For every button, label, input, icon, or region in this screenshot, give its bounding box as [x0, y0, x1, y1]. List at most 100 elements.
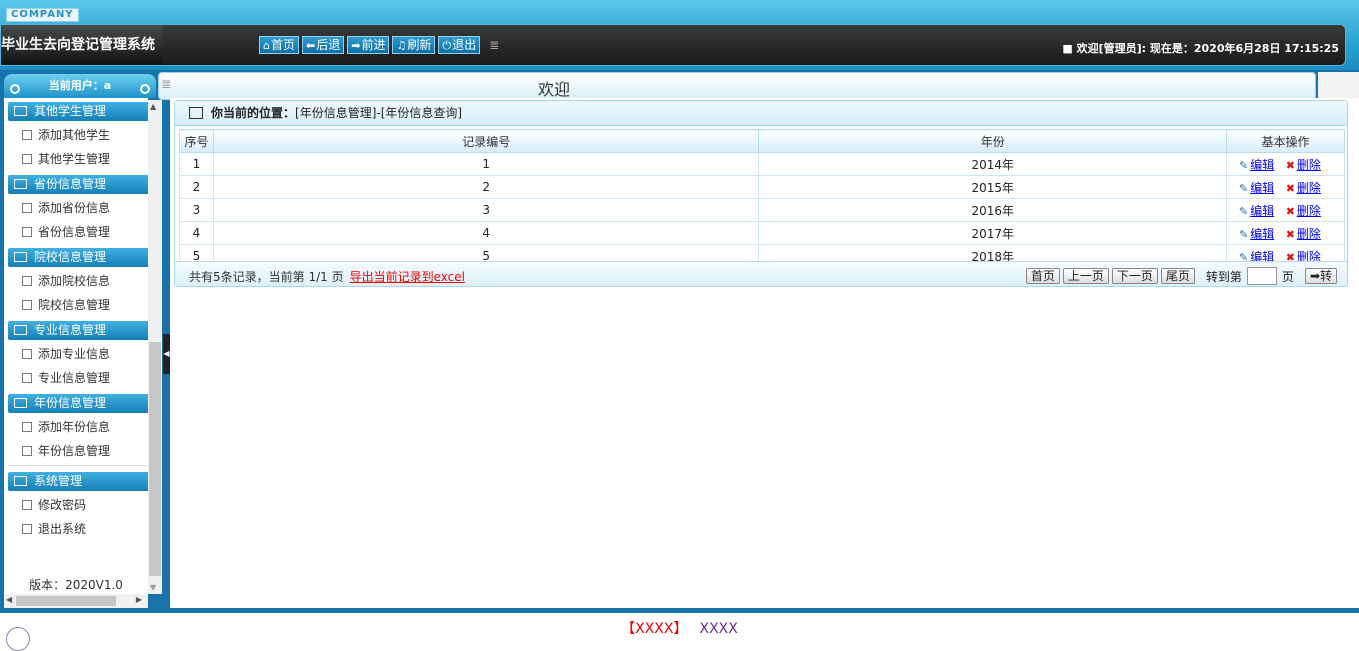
forward-arrow-icon: ➡ [351, 39, 361, 52]
delete-link[interactable]: 删除 [1297, 158, 1321, 172]
tab-welcome[interactable]: 欢迎 [159, 76, 949, 100]
sidebar-group-header[interactable]: 年份信息管理 [8, 394, 148, 413]
delete-x-icon: ✖ [1285, 204, 1295, 218]
tab-bar: ≣ 欢迎 [158, 72, 1316, 100]
sidebar-group-header[interactable]: 专业信息管理 [8, 321, 148, 340]
page-number-input[interactable] [1246, 267, 1277, 285]
current-user-label: 当前用户：a [48, 79, 112, 92]
sidebar-item-add-school[interactable]: 添加院校信息 [4, 269, 148, 293]
corner-circle-icon [6, 627, 30, 651]
collapse-sidebar-toggle[interactable]: ◀ [163, 334, 170, 374]
sidebar-group-header[interactable]: 院校信息管理 [8, 248, 148, 267]
pagination-controls: 首页 上一页 下一页 尾页 转到第 页 ➡转 [1025, 267, 1337, 285]
group-icon [14, 251, 27, 262]
last-page-button[interactable]: 尾页 [1160, 268, 1195, 284]
goto-label: 转到第 [1205, 269, 1242, 284]
sidebar-item-exit-system[interactable]: 退出系统 [4, 517, 148, 541]
sidebar-item-add-year[interactable]: 添加年份信息 [4, 415, 148, 439]
pencil-icon: ✎ [1239, 204, 1249, 218]
version-label: 版本：2020V1.0 [29, 578, 123, 592]
scroll-right-icon[interactable]: ▶ [136, 595, 142, 604]
delete-link[interactable]: 删除 [1297, 204, 1321, 218]
sidebar-item-manage-major[interactable]: 专业信息管理 [4, 366, 148, 390]
year-table: 序号 记录编号 年份 基本操作 1 1 2014年 ✎ 编辑 ✖ 删除 2 2 20… [179, 129, 1345, 268]
document-icon [22, 445, 32, 456]
sidebar-group-other-students: 其他学生管理 添加其他学生 其他学生管理 [4, 102, 148, 171]
sidebar-group-header[interactable]: 系统管理 [8, 472, 148, 491]
document-icon [22, 348, 32, 359]
row-actions: ✎ 编辑 ✖ 删除 [1226, 152, 1345, 176]
document-icon [22, 372, 32, 383]
document-icon [22, 226, 32, 237]
sidebar-item-manage-province[interactable]: 省份信息管理 [4, 220, 148, 244]
table-row: 4 4 2017年 ✎ 编辑 ✖ 删除 [179, 221, 1345, 245]
sidebar-item-manage-school[interactable]: 院校信息管理 [4, 293, 148, 317]
pagination-bar: 共有5条记录，当前第 1/1 页导出当前记录到excel 首页 上一页 下一页 … [175, 261, 1347, 286]
scroll-down-icon[interactable]: ▼ [150, 583, 156, 592]
edit-link[interactable]: 编辑 [1250, 227, 1274, 241]
row-number: 3 [179, 198, 214, 222]
back-button[interactable]: ⬅后退 [302, 36, 345, 54]
sidebar-item-change-password[interactable]: 修改密码 [4, 493, 148, 517]
sidebar-horizontal-scrollbar[interactable]: ◀ ▶ [4, 594, 148, 608]
breadcrumb: 你当前的位置：[年份信息管理]-[年份信息查询] [175, 101, 1347, 126]
edit-link[interactable]: 编辑 [1250, 204, 1274, 218]
delete-x-icon: ✖ [1285, 227, 1295, 241]
first-page-button[interactable]: 首页 [1025, 268, 1060, 284]
pencil-icon: ✎ [1239, 181, 1249, 195]
group-icon [14, 475, 27, 486]
document-icon [22, 421, 32, 432]
sidebar-item-add-major[interactable]: 添加专业信息 [4, 342, 148, 366]
delete-link[interactable]: 删除 [1297, 227, 1321, 241]
row-actions: ✎ 编辑 ✖ 删除 [1226, 175, 1345, 199]
sidebar-divider [8, 465, 148, 466]
scrollbar-thumb[interactable] [16, 596, 116, 606]
sidebar-group-year: 年份信息管理 添加年份信息 年份信息管理 [4, 394, 148, 463]
sidebar-item-manage-other-students[interactable]: 其他学生管理 [4, 147, 148, 171]
sidebar: 其他学生管理 添加其他学生 其他学生管理 省份信息管理 添加省份信息 省份信息管… [4, 98, 148, 596]
document-icon [22, 523, 32, 534]
document-icon [22, 499, 32, 510]
refresh-button[interactable]: ♫刷新 [392, 36, 436, 54]
column-header: 序号 [179, 129, 214, 153]
group-icon [14, 178, 27, 189]
footer-right-text: XXXX [699, 621, 738, 637]
refresh-icon: ♫ [396, 39, 407, 52]
sidebar-vertical-scrollbar[interactable]: ▲ ▼ [148, 100, 162, 594]
go-button[interactable]: ➡转 [1304, 268, 1337, 284]
sidebar-item-add-other-student[interactable]: 添加其他学生 [4, 123, 148, 147]
home-button[interactable]: ⌂首页 [259, 36, 299, 54]
forward-button[interactable]: ➡前进 [347, 36, 390, 54]
system-title: 毕业生去向登记管理系统 [1, 25, 163, 65]
main-content: 你当前的位置：[年份信息管理]-[年份信息查询] 序号 记录编号 年份 基本操作… [170, 98, 1359, 608]
delete-link[interactable]: 删除 [1297, 181, 1321, 195]
pin-icon [10, 84, 20, 94]
sidebar-group-header[interactable]: 省份信息管理 [8, 175, 148, 194]
column-header: 年份 [758, 129, 1227, 153]
sidebar-group-header[interactable]: 其他学生管理 [8, 102, 148, 121]
group-icon [14, 324, 27, 335]
scrollbar-thumb[interactable] [149, 342, 161, 576]
next-page-button[interactable]: 下一页 [1111, 268, 1158, 284]
edit-link[interactable]: 编辑 [1250, 181, 1274, 195]
prev-page-button[interactable]: 上一页 [1062, 268, 1109, 284]
tab-bar-right-edge [1318, 72, 1359, 98]
location-icon [189, 106, 203, 119]
sidebar-item-manage-year[interactable]: 年份信息管理 [4, 439, 148, 463]
sidebar-group-major: 专业信息管理 添加专业信息 专业信息管理 [4, 321, 148, 390]
top-bar: 毕业生去向登记管理系统 ⌂首页 ⬅后退 ➡前进 ♫刷新 ⏻退出 ≣ ■ 欢迎[管… [0, 24, 1346, 66]
logout-button[interactable]: ⏻退出 [438, 36, 481, 54]
edit-link[interactable]: 编辑 [1250, 158, 1274, 172]
record-id: 1 [212, 152, 760, 176]
nav-buttons: ⌂首页 ⬅后退 ➡前进 ♫刷新 ⏻退出 ≣ [259, 36, 499, 54]
table-row: 1 1 2014年 ✎ 编辑 ✖ 删除 [179, 152, 1345, 176]
back-arrow-icon: ⬅ [306, 39, 316, 52]
document-icon [22, 129, 32, 140]
scroll-left-icon[interactable]: ◀ [6, 595, 12, 604]
export-excel-link[interactable]: 导出当前记录到excel [350, 270, 465, 284]
pagination-info: 共有5条记录，当前第 1/1 页导出当前记录到excel [189, 268, 465, 285]
sidebar-item-add-province[interactable]: 添加省份信息 [4, 196, 148, 220]
footer-left-text: 【XXXX】 [621, 621, 688, 637]
scroll-up-icon[interactable]: ▲ [150, 102, 156, 111]
delete-x-icon: ✖ [1285, 181, 1295, 195]
